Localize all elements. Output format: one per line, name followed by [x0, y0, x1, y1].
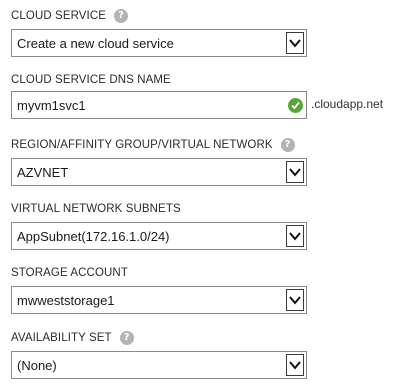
availability-select[interactable]: (None): [11, 351, 307, 379]
subnets-label: VIRTUAL NETWORK SUBNETS: [11, 201, 181, 217]
region-label: REGION/AFFINITY GROUP/VIRTUAL NETWORK ?: [11, 137, 295, 153]
dns-suffix: .cloudapp.net: [311, 97, 384, 111]
help-icon[interactable]: ?: [114, 9, 129, 23]
subnets-value: AppSubnet(172.16.1.0/24): [17, 229, 170, 244]
dns-name-label-text: CLOUD SERVICE DNS NAME: [11, 74, 171, 86]
dns-name-input[interactable]: myvm1svc1: [11, 91, 307, 119]
storage-label-text: STORAGE ACCOUNT: [11, 267, 128, 279]
storage-select[interactable]: mwweststorage1: [11, 286, 307, 314]
cloud-service-label-text: CLOUD SERVICE: [11, 10, 107, 22]
region-select[interactable]: AZVNET: [11, 158, 307, 186]
storage-label: STORAGE ACCOUNT: [11, 265, 128, 281]
cloud-service-select[interactable]: Create a new cloud service: [11, 29, 307, 57]
help-icon[interactable]: ?: [280, 138, 295, 152]
availability-label: AVAILABILITY SET ?: [11, 330, 134, 346]
subnets-label-text: VIRTUAL NETWORK SUBNETS: [11, 203, 181, 215]
checkmark-icon: [288, 98, 303, 113]
storage-value: mwweststorage1: [17, 293, 115, 308]
help-icon[interactable]: ?: [119, 331, 134, 345]
chevron-down-icon[interactable]: [286, 289, 304, 311]
cloud-service-label: CLOUD SERVICE ?: [11, 8, 129, 24]
chevron-down-icon[interactable]: [286, 354, 304, 376]
region-value: AZVNET: [17, 165, 69, 180]
dns-name-value: myvm1svc1: [17, 98, 86, 113]
subnets-select[interactable]: AppSubnet(172.16.1.0/24): [11, 222, 307, 250]
chevron-down-icon[interactable]: [286, 161, 304, 183]
availability-value: (None): [17, 358, 57, 373]
chevron-down-icon[interactable]: [286, 32, 304, 54]
region-label-text: REGION/AFFINITY GROUP/VIRTUAL NETWORK: [11, 139, 273, 151]
cloud-service-value: Create a new cloud service: [17, 36, 174, 51]
chevron-down-icon[interactable]: [286, 225, 304, 247]
dns-name-label: CLOUD SERVICE DNS NAME: [11, 72, 171, 88]
availability-label-text: AVAILABILITY SET: [11, 332, 112, 344]
